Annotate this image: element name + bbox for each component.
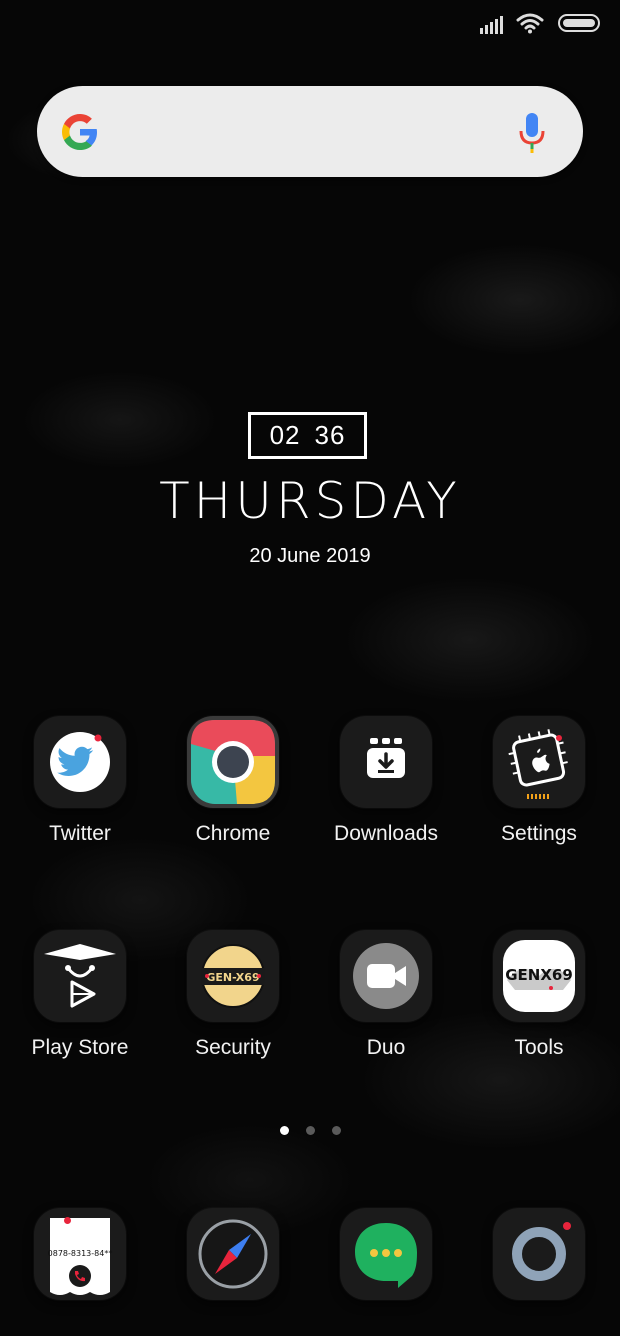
- app-play-store[interactable]: Play Store: [3, 930, 157, 1060]
- chrome-icon: [187, 716, 279, 808]
- app-label: Twitter: [49, 822, 111, 845]
- app-label: Tools: [514, 1036, 564, 1059]
- notification-dot: [64, 1217, 71, 1224]
- app-duo[interactable]: Duo: [309, 930, 463, 1060]
- messages-icon: [340, 1208, 432, 1300]
- battery-icon: [558, 14, 600, 32]
- clock-widget-date: 20 June 2019: [249, 545, 371, 567]
- clock-widget-time[interactable]: 02 36: [248, 412, 367, 459]
- mic-icon[interactable]: [517, 111, 547, 155]
- compass-icon: [187, 1208, 279, 1300]
- security-icon: GEN-X69: [187, 930, 279, 1022]
- page-dot[interactable]: [332, 1126, 341, 1135]
- wifi-icon: [516, 13, 544, 34]
- app-label: Security: [195, 1036, 271, 1059]
- status-bar: [480, 10, 620, 38]
- tools-icon: GENX69: [493, 930, 585, 1022]
- dock-camera[interactable]: [462, 1208, 616, 1300]
- app-settings[interactable]: Settings: [462, 716, 616, 846]
- app-label: Chrome: [195, 822, 271, 845]
- google-g-icon: [62, 114, 97, 150]
- page-dot[interactable]: [306, 1126, 315, 1135]
- dock-phone[interactable]: 0878-8313-84**: [3, 1208, 157, 1300]
- tools-badge-text: GENX69: [505, 966, 573, 984]
- app-label: Settings: [501, 822, 577, 845]
- dock-messages[interactable]: [309, 1208, 463, 1300]
- phone-icon: 0878-8313-84**: [34, 1208, 126, 1300]
- app-twitter[interactable]: Twitter: [3, 716, 157, 846]
- page-indicator[interactable]: [0, 1126, 620, 1136]
- clock-widget-day: THURSDAY: [159, 472, 461, 530]
- dock-phone-number: 0878-8313-84**: [48, 1249, 113, 1258]
- duo-icon: [340, 930, 432, 1022]
- security-badge-text: GEN-X69: [206, 971, 259, 984]
- google-search-bar[interactable]: [37, 86, 583, 177]
- signal-icon: [480, 16, 506, 34]
- clock-minutes: 36: [314, 420, 346, 450]
- app-downloads[interactable]: Downloads: [309, 716, 463, 846]
- app-chrome[interactable]: Chrome: [156, 716, 310, 846]
- downloads-icon: [340, 716, 432, 808]
- settings-icon: [493, 716, 585, 808]
- app-label: Downloads: [334, 822, 438, 845]
- camera-icon: [493, 1208, 585, 1300]
- clock-hours: 02: [269, 420, 301, 450]
- twitter-icon: [34, 716, 126, 808]
- play-store-icon: [34, 930, 126, 1022]
- app-label: Duo: [366, 1036, 406, 1059]
- dock-compass[interactable]: [156, 1208, 310, 1300]
- app-security[interactable]: GEN-X69 Security: [156, 930, 310, 1060]
- app-label: Play Store: [31, 1036, 129, 1059]
- app-tools[interactable]: GENX69 Tools: [462, 930, 616, 1060]
- page-dot-active[interactable]: [280, 1126, 289, 1135]
